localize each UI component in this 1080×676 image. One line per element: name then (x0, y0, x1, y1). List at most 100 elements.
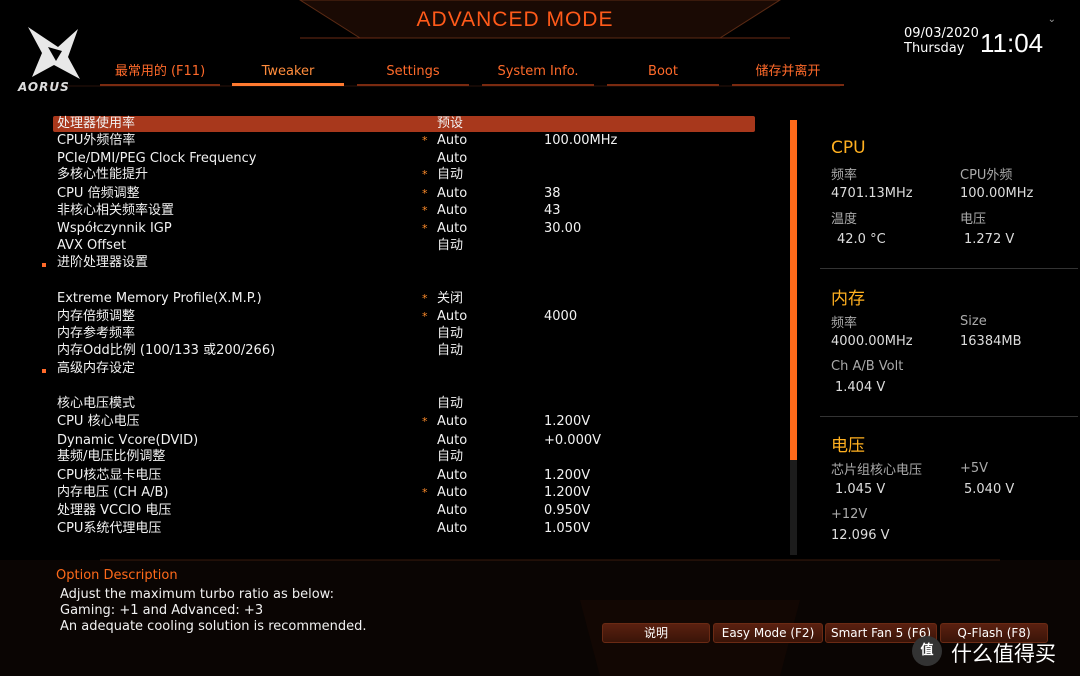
row-value: Auto (437, 468, 468, 483)
row-label: PCIe/DMI/PEG Clock Frequency (57, 151, 257, 166)
memory-volt-label: Ch A/B Volt (831, 359, 904, 374)
memory-size-value: 16384MB (960, 334, 1022, 349)
row-label: CPU系统代理电压 (57, 521, 162, 536)
selected-row-highlight[interactable] (53, 116, 755, 132)
setting-row[interactable]: 内存电压 (CH A/B) * Auto 1.200V (57, 484, 590, 502)
tab-save-exit[interactable]: 储存并离开 (732, 62, 844, 86)
row-label: AVX Offset (57, 238, 127, 253)
row-label: 高级内存设定 (57, 361, 136, 376)
row-value: Auto (437, 414, 468, 429)
submenu-row[interactable]: 高级内存设定 (57, 360, 135, 378)
watermark-text: 什么值得买 (951, 642, 1056, 666)
row-label: 内存Odd比例 (100/133 或200/266) (57, 343, 276, 358)
pch-volt-value: 1.045 V (835, 482, 886, 497)
tab-system-info[interactable]: System Info. (482, 62, 594, 86)
memory-section-title: 内存 (831, 289, 865, 309)
row-setting: 100.00MHz (544, 133, 618, 148)
row-label: 处理器使用率 (57, 116, 136, 131)
setting-row[interactable]: AVX Offset 自动 (57, 237, 463, 255)
row-setting: 1.200V (544, 485, 591, 500)
setting-row[interactable]: 内存Odd比例 (100/133 或200/266) 自动 (57, 342, 463, 360)
cpu-section-title: CPU (831, 138, 866, 158)
row-value: Auto (437, 221, 468, 236)
list-header-row[interactable]: 处理器使用率 预设 (57, 115, 463, 133)
tab-boot[interactable]: Boot (607, 62, 719, 86)
row-setting: 4000 (544, 309, 578, 324)
row-label: CPU核芯显卡电压 (57, 468, 162, 483)
row-value: Auto (437, 521, 468, 536)
row-value: 自动 (437, 396, 464, 411)
star-icon: * (422, 134, 428, 147)
star-icon: * (422, 310, 428, 323)
description-line: Adjust the maximum turbo ratio as below: (60, 587, 334, 602)
clock: 11:04 (980, 28, 1044, 58)
row-value: 自动 (437, 449, 464, 464)
setting-row[interactable]: CPU核芯显卡电压 Auto 1.200V (57, 467, 590, 485)
cpu-volt-label: 电压 (960, 212, 987, 227)
cpu-bclk-value: 100.00MHz (960, 186, 1034, 201)
row-setting: 38 (544, 186, 561, 201)
row-label: Extreme Memory Profile(X.M.P.) (57, 291, 262, 306)
row-value: Auto (437, 203, 468, 218)
row-label: Współczynnik IGP (57, 221, 172, 236)
memory-volt-value: 1.404 V (835, 380, 886, 395)
row-setting: 43 (544, 203, 561, 218)
setting-row[interactable]: Extreme Memory Profile(X.M.P.) * 关闭 (57, 290, 463, 308)
p12v-value: 12.096 V (831, 528, 890, 543)
setting-row[interactable]: 核心电压模式 自动 (57, 395, 463, 413)
pch-volt-label: 芯片组核心电压 (831, 463, 923, 478)
tab-tweaker[interactable]: Tweaker (232, 62, 344, 86)
date-text: 09/03/2020 (904, 26, 979, 41)
setting-row[interactable]: CPU系统代理电压 Auto 1.050V (57, 520, 590, 538)
cpu-freq-label: 频率 (831, 168, 858, 183)
setting-row[interactable]: CPU 核心电压 * Auto 1.200V (57, 413, 590, 431)
scrollbar[interactable] (790, 120, 797, 555)
chevron-down-icon[interactable]: ⌄ (1048, 14, 1056, 25)
setting-row[interactable]: 非核心相关频率设置 * Auto 43 (57, 202, 561, 220)
row-value: 自动 (437, 326, 464, 341)
title-banner: ADVANCED MODE (380, 0, 650, 40)
row-label: 多核心性能提升 (57, 167, 149, 182)
row-label: 内存倍频调整 (57, 309, 136, 324)
row-setting: 30.00 (544, 221, 582, 236)
row-label: 内存电压 (CH A/B) (57, 485, 169, 500)
row-label: 核心电压模式 (57, 396, 136, 411)
star-icon: * (422, 222, 428, 235)
row-value: 预设 (437, 116, 464, 131)
row-label: 基频/电压比例调整 (57, 449, 166, 464)
tab-settings[interactable]: Settings (357, 62, 469, 86)
row-label: CPU 倍频调整 (57, 186, 140, 201)
aorus-logo-text: AORUS (18, 80, 70, 94)
setting-row[interactable]: 处理器 VCCIO 电压 Auto 0.950V (57, 502, 590, 520)
star-icon: * (422, 204, 428, 217)
memory-size-label: Size (960, 314, 987, 329)
tab-favorites[interactable]: 最常用的 (F11) (100, 62, 220, 86)
setting-row[interactable]: CPU外频倍率 * Auto 100.00MHz (57, 132, 617, 150)
row-label: 内存参考频率 (57, 326, 136, 341)
watermark-logo-icon: 值 (912, 636, 942, 666)
setting-row[interactable]: CPU 倍频调整 * Auto 38 (57, 185, 561, 203)
row-label: 非核心相关频率设置 (57, 203, 175, 218)
setting-row[interactable]: 基频/电压比例调整 自动 (57, 448, 463, 466)
cpu-temp-label: 温度 (831, 212, 858, 227)
cpu-volt-value: 1.272 V (964, 232, 1015, 247)
cpu-freq-value: 4701.13MHz (831, 186, 913, 201)
setting-row[interactable]: 内存参考频率 自动 (57, 325, 463, 343)
row-value: Auto (437, 309, 468, 324)
submenu-row[interactable]: 进阶处理器设置 (57, 254, 148, 272)
easy-mode-button[interactable]: Easy Mode (F2) (713, 623, 823, 643)
divider (820, 268, 1078, 269)
row-value: Auto (437, 133, 468, 148)
date-display: 09/03/2020 Thursday (904, 26, 979, 56)
scrollbar-thumb[interactable] (790, 120, 797, 460)
row-label: CPU外频倍率 (57, 133, 136, 148)
setting-row[interactable]: 多核心性能提升 * 自动 (57, 166, 463, 184)
help-button[interactable]: 说明 (602, 623, 710, 643)
p5v-value: 5.040 V (964, 482, 1015, 497)
setting-row[interactable]: 内存倍频调整 * Auto 4000 (57, 308, 577, 326)
cpu-bclk-label: CPU外频 (960, 168, 1013, 183)
row-setting: 1.200V (544, 414, 591, 429)
star-icon: * (422, 187, 428, 200)
setting-row[interactable]: Współczynnik IGP * Auto 30.00 (57, 220, 581, 238)
row-setting: +0.000V (544, 433, 602, 448)
